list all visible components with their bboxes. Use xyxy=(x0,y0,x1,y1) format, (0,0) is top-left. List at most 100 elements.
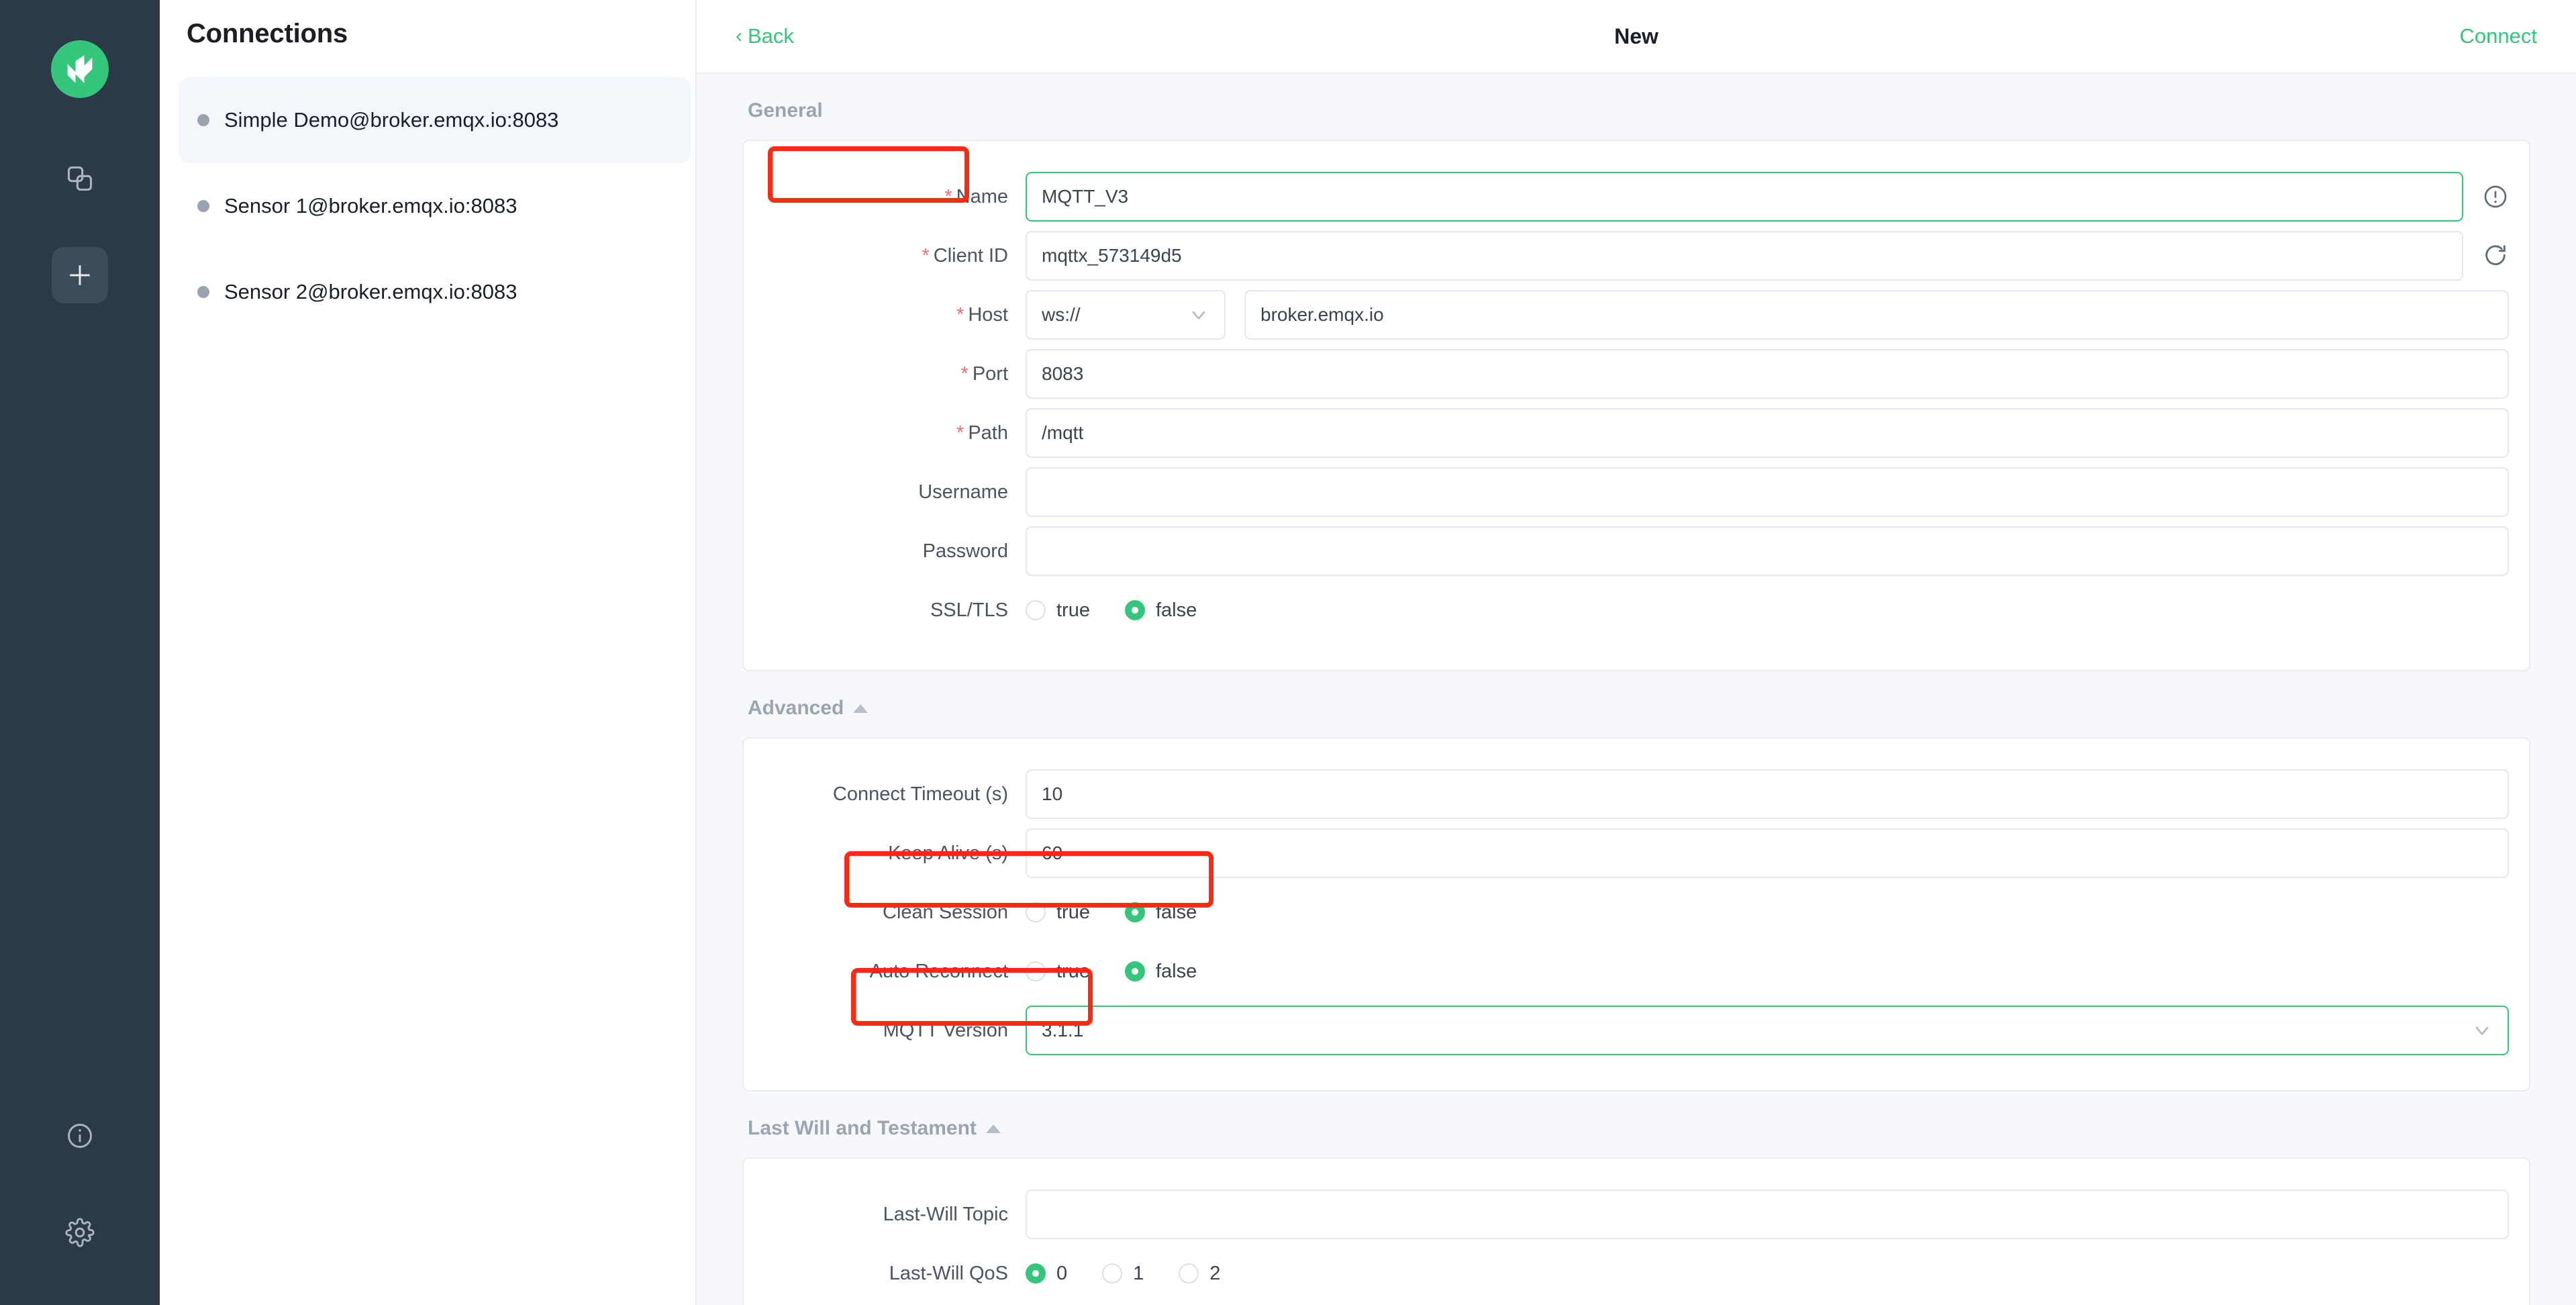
host-name-input[interactable]: broker.emqx.io xyxy=(1244,290,2509,340)
clean-session-option-label: false xyxy=(1155,901,1197,923)
info-circle-icon[interactable] xyxy=(52,1108,108,1164)
last-will-qos-option-label: 1 xyxy=(1133,1262,1144,1284)
username-input[interactable] xyxy=(1026,467,2509,517)
required-asterisk: * xyxy=(922,244,930,267)
ssl-tls-radio-false[interactable]: false xyxy=(1124,599,1197,622)
last-will-card: Last-Will Topic Last-Will QoS 0 1 2 xyxy=(742,1157,2530,1305)
path-input-value: /mqtt xyxy=(1042,422,1084,443)
connection-list-item[interactable]: Simple Demo@broker.emqx.io:8083 xyxy=(179,77,691,163)
mqtt-version-label: MQTT Version xyxy=(883,1019,1008,1041)
keep-alive-input[interactable]: 60 xyxy=(1026,828,2509,878)
last-will-section-text: Last Will and Testament xyxy=(748,1117,977,1139)
new-connection-rail-icon[interactable] xyxy=(52,247,108,303)
field-row-username: Username xyxy=(744,463,2529,521)
general-section-label: General xyxy=(742,74,2530,140)
field-row-keep-alive: Keep Alive (s) 60 xyxy=(744,824,2529,882)
connect-timeout-label: Connect Timeout (s) xyxy=(832,783,1008,805)
mqttx-logo-icon xyxy=(51,40,109,98)
required-asterisk: * xyxy=(960,362,969,385)
radio-dot-selected xyxy=(1124,902,1145,922)
required-asterisk: * xyxy=(956,422,964,444)
advanced-section-text: Advanced xyxy=(748,697,844,719)
path-input[interactable]: /mqtt xyxy=(1026,408,2509,458)
field-row-connect-timeout: Connect Timeout (s) 10 xyxy=(744,765,2529,823)
connections-title: Connections xyxy=(187,19,348,48)
clean-session-radio-false[interactable]: false xyxy=(1124,901,1197,924)
field-row-last-will-qos: Last-Will QoS 0 1 2 xyxy=(744,1245,2529,1302)
form-scroll-area[interactable]: General * Name MQTT_V3 * Client ID mqttx… xyxy=(697,74,2576,1305)
ssl-tls-option-label: false xyxy=(1155,599,1197,621)
connections-panel: Connections Simple Demo@broker.emqx.io:8… xyxy=(160,0,697,1305)
field-row-ssl-tls: SSL/TLS true false xyxy=(744,581,2529,639)
general-section-text: General xyxy=(748,99,823,122)
last-will-qos-label: Last-Will QoS xyxy=(889,1262,1008,1284)
clean-session-option-label: true xyxy=(1056,901,1090,923)
advanced-card: Connect Timeout (s) 10 Keep Alive (s) 60… xyxy=(742,737,2530,1092)
mqtt-version-value: 3.1.1 xyxy=(1042,1020,1084,1041)
port-input[interactable]: 8083 xyxy=(1026,349,2509,399)
connection-label: Sensor 2@broker.emqx.io:8083 xyxy=(224,280,517,303)
last-will-qos-radio-1[interactable]: 1 xyxy=(1102,1263,1144,1285)
username-label: Username xyxy=(918,481,1008,503)
connect-button[interactable]: Connect xyxy=(2460,24,2537,48)
auto-reconnect-option-label: true xyxy=(1056,960,1090,982)
connection-status-dot xyxy=(197,114,209,126)
last-will-qos-option-label: 2 xyxy=(1209,1262,1221,1284)
connection-label: Sensor 1@broker.emqx.io:8083 xyxy=(224,194,517,218)
name-info-icon[interactable] xyxy=(2482,183,2509,210)
host-label: * Host xyxy=(956,303,1008,326)
required-asterisk: * xyxy=(944,185,952,207)
top-bar: ‹ Back New Connect xyxy=(697,0,2576,74)
required-asterisk: * xyxy=(956,303,964,326)
port-input-value: 8083 xyxy=(1042,363,1084,384)
connection-list-item[interactable]: Sensor 1@broker.emqx.io:8083 xyxy=(179,163,691,249)
mqtt-version-select[interactable]: 3.1.1 xyxy=(1026,1006,2509,1055)
last-will-section-label[interactable]: Last Will and Testament xyxy=(742,1092,2530,1157)
connect-timeout-input[interactable]: 10 xyxy=(1026,769,2509,819)
advanced-section-label[interactable]: Advanced xyxy=(742,671,2530,737)
page-title: New xyxy=(1614,23,1658,48)
field-row-mqtt-version: MQTT Version 3.1.1 xyxy=(744,1002,2529,1059)
radio-dot xyxy=(1026,961,1046,981)
chevron-up-icon xyxy=(853,704,869,713)
field-row-path: * Path /mqtt xyxy=(744,404,2529,462)
path-label: * Path xyxy=(956,422,1008,444)
auto-reconnect-radio-group: true false xyxy=(1026,961,1232,983)
field-row-host: * Host ws:// broker.emqx.io xyxy=(744,286,2529,344)
auto-reconnect-radio-false[interactable]: false xyxy=(1124,960,1197,983)
field-row-clean-session: Clean Session true false xyxy=(744,883,2529,941)
field-row-auto-reconnect: Auto Reconnect true false xyxy=(744,942,2529,1000)
last-will-qos-radio-0[interactable]: 0 xyxy=(1026,1263,1067,1285)
clean-session-radio-true[interactable]: true xyxy=(1026,902,1090,924)
chevron-up-icon xyxy=(985,1124,1001,1133)
auto-reconnect-option-label: false xyxy=(1155,960,1197,982)
gear-icon[interactable] xyxy=(52,1204,108,1261)
radio-dot-selected xyxy=(1026,1263,1046,1284)
app-window: Connections Simple Demo@broker.emqx.io:8… xyxy=(0,0,2576,1305)
last-will-topic-input[interactable] xyxy=(1026,1190,2509,1239)
refresh-client-id-icon[interactable] xyxy=(2482,242,2509,269)
password-input[interactable] xyxy=(1026,526,2509,576)
connection-label: Simple Demo@broker.emqx.io:8083 xyxy=(224,108,559,132)
name-input[interactable]: MQTT_V3 xyxy=(1026,172,2463,222)
radio-dot xyxy=(1102,1263,1123,1284)
back-button[interactable]: ‹ Back xyxy=(736,24,794,48)
last-will-topic-label: Last-Will Topic xyxy=(883,1203,1008,1225)
field-row-name: * Name MQTT_V3 xyxy=(744,168,2529,226)
connection-list-item[interactable]: Sensor 2@broker.emqx.io:8083 xyxy=(179,249,691,335)
keep-alive-value: 60 xyxy=(1042,842,1063,863)
main-area: ‹ Back New Connect General * Name MQTT_V3 xyxy=(697,0,2576,1305)
general-card: * Name MQTT_V3 * Client ID mqttx_573149d… xyxy=(742,140,2530,671)
ssl-tls-radio-true[interactable]: true xyxy=(1026,599,1090,622)
ssl-tls-option-label: true xyxy=(1056,599,1090,621)
keep-alive-label: Keep Alive (s) xyxy=(888,842,1008,864)
auto-reconnect-radio-true[interactable]: true xyxy=(1026,961,1090,983)
last-will-qos-option-label: 0 xyxy=(1056,1262,1068,1284)
chevron-left-icon: ‹ xyxy=(736,25,742,47)
host-protocol-select[interactable]: ws:// xyxy=(1026,290,1226,340)
auto-reconnect-label: Auto Reconnect xyxy=(869,960,1008,982)
client-id-input[interactable]: mqttx_573149d5 xyxy=(1026,231,2463,281)
connections-rail-icon[interactable] xyxy=(52,150,108,207)
host-protocol-value: ws:// xyxy=(1042,304,1081,325)
last-will-qos-radio-2[interactable]: 2 xyxy=(1179,1263,1220,1285)
